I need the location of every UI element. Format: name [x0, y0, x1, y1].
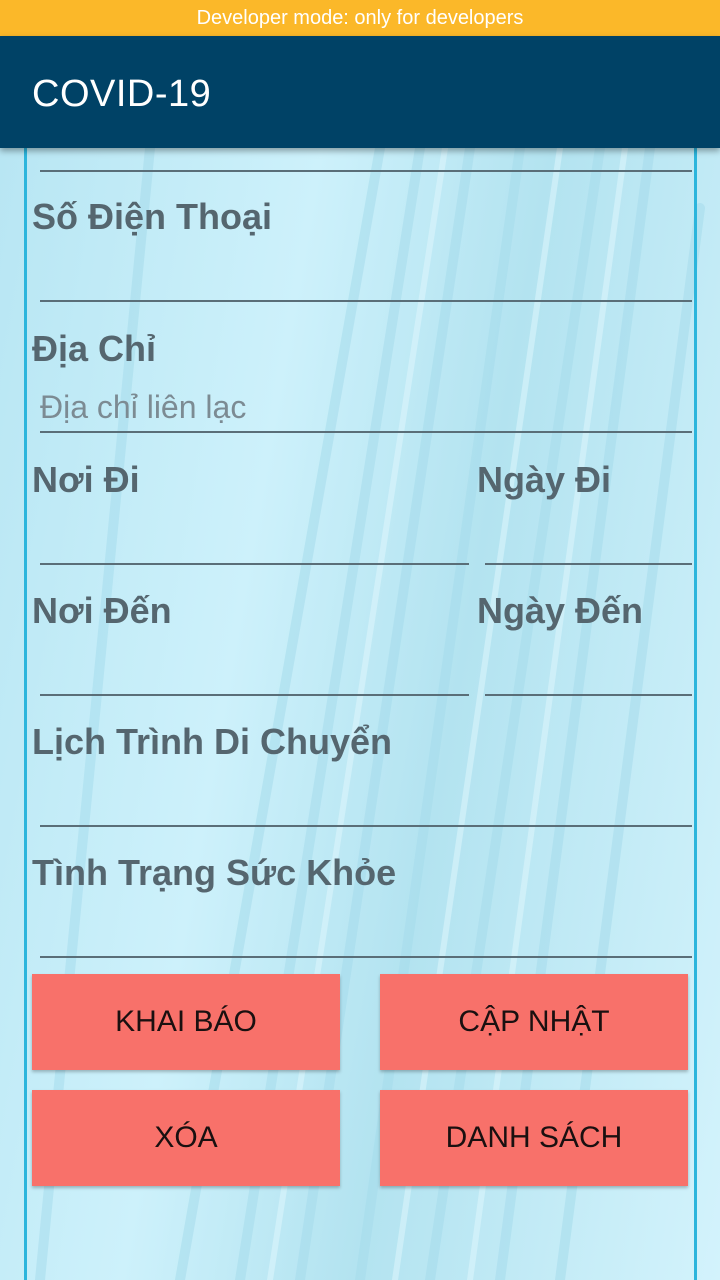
- list-button[interactable]: DANH SÁCH: [380, 1090, 688, 1186]
- app-bar: COVID-19: [0, 36, 720, 148]
- form-container[interactable]: Số Điện Thoại Địa Chỉ Địa chỉ liên lạc N…: [0, 148, 720, 1280]
- itinerary-underline: [40, 825, 692, 827]
- from-date-label: Ngày Đi: [477, 459, 612, 500]
- developer-mode-banner: Developer mode: only for developers: [0, 0, 720, 36]
- phone-label: Số Điện Thoại: [32, 196, 273, 237]
- to-date-underline: [485, 694, 692, 696]
- field-underline: [40, 170, 692, 172]
- delete-button[interactable]: XÓA: [32, 1090, 340, 1186]
- phone-underline: [40, 300, 692, 302]
- health-underline: [40, 956, 692, 958]
- itinerary-label: Lịch Trình Di Chuyển: [32, 721, 393, 762]
- from-place-underline: [40, 563, 469, 565]
- to-place-input[interactable]: [40, 638, 469, 694]
- itinerary-input[interactable]: [40, 769, 692, 825]
- to-date-input[interactable]: [485, 638, 692, 694]
- from-date-underline: [485, 563, 692, 565]
- to-place-label: Nơi Đến: [32, 590, 172, 631]
- from-date-input[interactable]: [485, 508, 692, 564]
- from-place-label: Nơi Đi: [32, 459, 140, 500]
- update-button[interactable]: CẬP NHẬT: [380, 974, 688, 1070]
- declare-button[interactable]: KHAI BÁO: [32, 974, 340, 1070]
- to-date-label: Ngày Đến: [477, 590, 644, 631]
- app-title: COVID-19: [32, 73, 212, 115]
- health-label: Tình Trạng Sức Khỏe: [32, 852, 397, 893]
- from-place-input[interactable]: [40, 508, 469, 564]
- frame-left-border: [24, 148, 27, 1280]
- to-place-underline: [40, 694, 469, 696]
- phone-input[interactable]: [40, 244, 692, 300]
- address-input[interactable]: Địa chỉ liên lạc: [40, 376, 692, 432]
- address-label: Địa Chỉ: [32, 328, 157, 369]
- frame-right-border: [694, 148, 697, 1280]
- address-underline: [40, 431, 692, 433]
- address-placeholder: Địa chỉ liên lạc: [40, 389, 247, 425]
- health-input[interactable]: [40, 900, 692, 956]
